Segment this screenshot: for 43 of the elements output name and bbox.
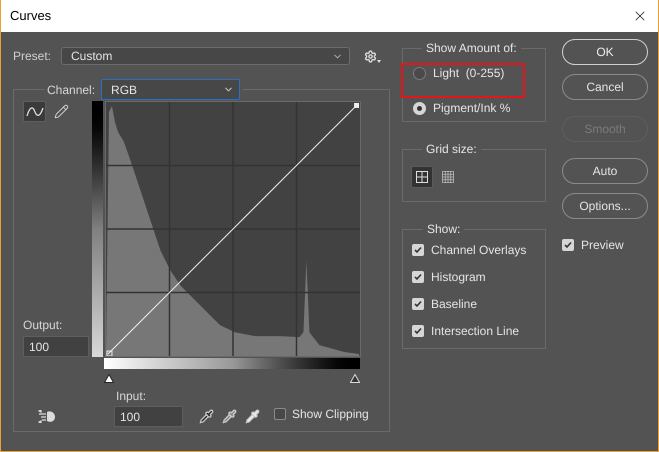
checkbox-label: Channel Overlays — [431, 242, 526, 259]
checkbox[interactable] — [412, 298, 424, 310]
dialog-button[interactable]: Auto — [562, 158, 648, 184]
curve-icon — [26, 106, 44, 118]
radio-label: Pigment/Ink % — [433, 100, 510, 117]
gear-icon[interactable] — [364, 50, 381, 62]
dialog-button[interactable]: OK — [562, 39, 648, 65]
curve-tool-button[interactable] — [23, 101, 46, 122]
grid-icon — [416, 171, 428, 183]
preset-dropdown[interactable]: Custom — [61, 47, 350, 65]
output-field[interactable]: 100 — [23, 336, 89, 357]
group-title: Show Amount of: — [426, 41, 517, 55]
checkbox[interactable] — [412, 325, 424, 337]
show-clipping-label: Show Clipping — [292, 406, 369, 423]
dialog-button[interactable]: Cancel — [562, 74, 648, 100]
checkbox[interactable] — [412, 271, 424, 283]
checkbox-label: Baseline — [431, 296, 478, 313]
channel-label: Channel: — [47, 82, 96, 98]
eyedropper-icon[interactable] — [222, 409, 237, 424]
checkbox-label: Histogram — [431, 269, 486, 286]
group-title: Grid size: — [426, 142, 477, 156]
checkbox[interactable] — [562, 239, 574, 251]
radio-button[interactable] — [413, 102, 426, 114]
eyedropper-icon[interactable] — [245, 409, 260, 424]
preset-label: Preset: — [13, 48, 52, 65]
fine-grid-icon — [442, 171, 454, 183]
input-field[interactable]: 100 — [114, 406, 183, 427]
eyedropper-icon[interactable] — [199, 409, 214, 424]
hand-adjust-icon[interactable] — [38, 410, 56, 423]
output-label: Output: — [23, 317, 64, 334]
checkbox-label: Intersection Line — [431, 323, 520, 340]
checkbox[interactable] — [412, 244, 424, 256]
slider-handle-icon[interactable] — [104, 374, 114, 383]
preview-label: Preview — [581, 237, 624, 254]
coarse-grid-button[interactable] — [411, 166, 433, 188]
radio-label: Light (0-255) — [433, 65, 504, 82]
group-title: Show: — [427, 222, 460, 236]
radio-button[interactable] — [413, 66, 426, 80]
window-title: Curves — [10, 7, 52, 26]
channel-dropdown[interactable]: RGB — [101, 79, 240, 100]
input-label: Input: — [116, 388, 148, 405]
checkbox[interactable] — [274, 408, 286, 420]
dialog-button[interactable]: Options... — [562, 193, 648, 219]
